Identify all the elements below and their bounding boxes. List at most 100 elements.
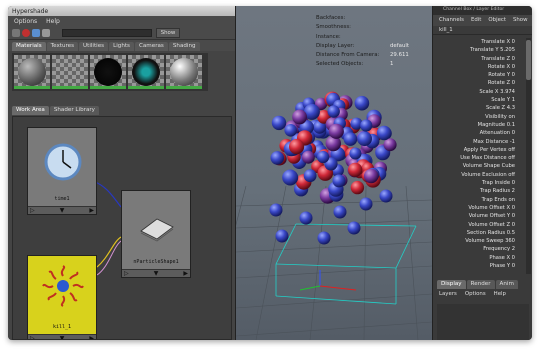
record-icon[interactable]	[22, 29, 30, 37]
search-input[interactable]	[62, 29, 152, 37]
layers-list[interactable]	[437, 304, 529, 340]
hud-key: Instance:	[316, 33, 341, 40]
kill1-node[interactable]: kill_1 ▷ ▼ ▶	[27, 255, 97, 339]
channel-attribute[interactable]: Visibility on	[433, 113, 531, 121]
filter-icon[interactable]	[12, 29, 20, 37]
channel-attribute[interactable]: Apply Per Vertex off	[433, 146, 531, 154]
channel-attribute[interactable]: Scale X 3.974	[433, 88, 531, 96]
scrollbar-thumb[interactable]	[526, 40, 531, 80]
particle	[350, 180, 365, 195]
particle	[275, 229, 289, 243]
swatch-checker[interactable]	[52, 55, 88, 89]
particle	[301, 150, 315, 164]
channel-box-scrollbar[interactable]	[526, 38, 531, 274]
tab-display[interactable]: Display	[437, 280, 466, 289]
perspective-viewport[interactable]: Backfaces: Smoothness: Instance: Display La…	[236, 6, 432, 340]
channel-attribute[interactable]: Section Radius 0.5	[433, 229, 531, 237]
channel-attribute[interactable]: Volume Offset Z 0	[433, 221, 531, 229]
graph-icon[interactable]	[42, 29, 50, 37]
work-area[interactable]: time1 ▷ ▼ ▶ nParticleShape1 ▷ ▼ ▶ kill_1…	[12, 116, 232, 340]
channel-attribute[interactable]: Trap Radius 2	[433, 187, 531, 195]
menu-options[interactable]: Options	[14, 18, 37, 26]
grid-icon[interactable]	[32, 29, 40, 37]
channel-attribute[interactable]: Phase Y 0	[433, 262, 531, 270]
menu-layer-help[interactable]: Help	[494, 291, 506, 297]
tab-materials[interactable]: Materials	[12, 42, 46, 51]
channel-attribute[interactable]: Rotate Y 0	[433, 71, 531, 79]
particle	[379, 189, 393, 203]
menu-edit[interactable]: Edit	[471, 17, 481, 26]
menu-layers[interactable]: Layers	[439, 291, 457, 297]
menu-show[interactable]: Show	[513, 17, 528, 26]
layer-editor-tabs: Display Render Anim	[437, 280, 518, 289]
menu-layer-options[interactable]: Options	[465, 291, 486, 297]
channel-box-menu: Channels Edit Object Show	[433, 15, 532, 26]
channel-attribute[interactable]: Frequency 2	[433, 245, 531, 253]
channel-attribute[interactable]: Trap Inside 0	[433, 179, 531, 187]
nparticleshape1-node[interactable]: nParticleShape1 ▷ ▼ ▶	[121, 190, 191, 278]
hud-key: Distance From Camera:	[316, 52, 380, 59]
tab-shader-library[interactable]: Shader Library	[49, 106, 99, 115]
channel-attribute[interactable]: Volume Exclusion off	[433, 171, 531, 179]
channel-attribute[interactable]: Translate X 0	[433, 38, 531, 46]
channel-attribute[interactable]: Volume Sweep 360	[433, 237, 531, 245]
particle	[292, 109, 307, 125]
particle	[269, 203, 283, 217]
swatch-black[interactable]	[90, 55, 126, 89]
channel-attribute[interactable]: Rotate X 0	[433, 63, 531, 71]
channel-attribute[interactable]: Scale Y 1	[433, 96, 531, 104]
particle	[299, 211, 313, 225]
time1-node[interactable]: time1 ▷ ▼ ▶	[27, 127, 97, 215]
hud-key: Smoothness:	[316, 24, 351, 31]
tab-shading[interactable]: Shading	[168, 42, 200, 51]
nparticleshape1-ports[interactable]: ▷ ▼ ▶	[122, 269, 190, 277]
maya-application-window: Backfaces: Smoothness: Instance: Display La…	[8, 6, 532, 340]
particle	[282, 169, 299, 186]
menu-object[interactable]: Object	[488, 17, 506, 26]
menu-help[interactable]: Help	[46, 18, 60, 26]
hud-key: Backfaces:	[316, 15, 346, 21]
tab-lights[interactable]: Lights	[109, 42, 134, 51]
channel-attribute[interactable]: Translate Y 5.205	[433, 46, 531, 54]
particle	[289, 139, 305, 155]
channel-attribute[interactable]: Attenuation 0	[433, 129, 531, 137]
hypershade-title: Hypershade	[8, 6, 235, 16]
channel-attribute[interactable]: Max Distance -1	[433, 138, 531, 146]
channel-box: Channel Box / Layer Editor Channels Edit…	[432, 6, 532, 340]
tab-utilities[interactable]: Utilities	[79, 42, 109, 51]
tab-anim[interactable]: Anim	[495, 280, 518, 289]
particle	[343, 132, 358, 146]
tab-work-area[interactable]: Work Area	[12, 106, 49, 115]
hud-row: Selected Objects: 1	[316, 60, 409, 69]
swatch-blinn[interactable]	[166, 55, 202, 89]
channel-attribute[interactable]: Volume Shape Cube	[433, 162, 531, 170]
kill1-ports[interactable]: ▷ ▼ ▶	[28, 334, 96, 339]
channel-attribute[interactable]: Scale Z 4.3	[433, 104, 531, 112]
channel-attribute[interactable]: Magnitude 0.1	[433, 121, 531, 129]
particle	[376, 125, 392, 141]
hud-key: Selected Objects:	[316, 61, 364, 68]
time1-ports[interactable]: ▷ ▼ ▶	[28, 206, 96, 214]
channel-attribute[interactable]: Translate Z 0	[433, 55, 531, 63]
clock-icon	[44, 143, 82, 181]
channel-attribute[interactable]: Volume Offset X 0	[433, 204, 531, 212]
channel-attribute[interactable]: Rotate Z 0	[433, 79, 531, 87]
swatch-particle[interactable]	[128, 55, 164, 89]
tab-textures[interactable]: Textures	[46, 42, 79, 51]
selected-object-name[interactable]: kill_1	[433, 26, 532, 35]
channel-attribute[interactable]: Phase X 0	[433, 254, 531, 262]
material-swatches	[12, 53, 208, 91]
tab-cameras[interactable]: Cameras	[134, 42, 168, 51]
menu-channels[interactable]: Channels	[439, 17, 464, 26]
particle	[357, 131, 372, 147]
channel-attribute[interactable]: Use Max Distance off	[433, 154, 531, 162]
heads-up-display: Backfaces: Smoothness: Instance: Display La…	[316, 14, 409, 70]
swatch-lambert[interactable]	[14, 55, 50, 89]
channel-attribute[interactable]: Volume Offset Y 0	[433, 212, 531, 220]
particle-shape-icon	[140, 218, 174, 242]
show-button[interactable]: Show	[156, 28, 180, 38]
channel-attribute[interactable]: Trap Ends on	[433, 196, 531, 204]
tab-render[interactable]: Render	[466, 280, 495, 289]
nparticleshape1-label: nParticleShape1	[133, 259, 179, 265]
hud-row: Distance From Camera: 29.611	[316, 51, 409, 60]
